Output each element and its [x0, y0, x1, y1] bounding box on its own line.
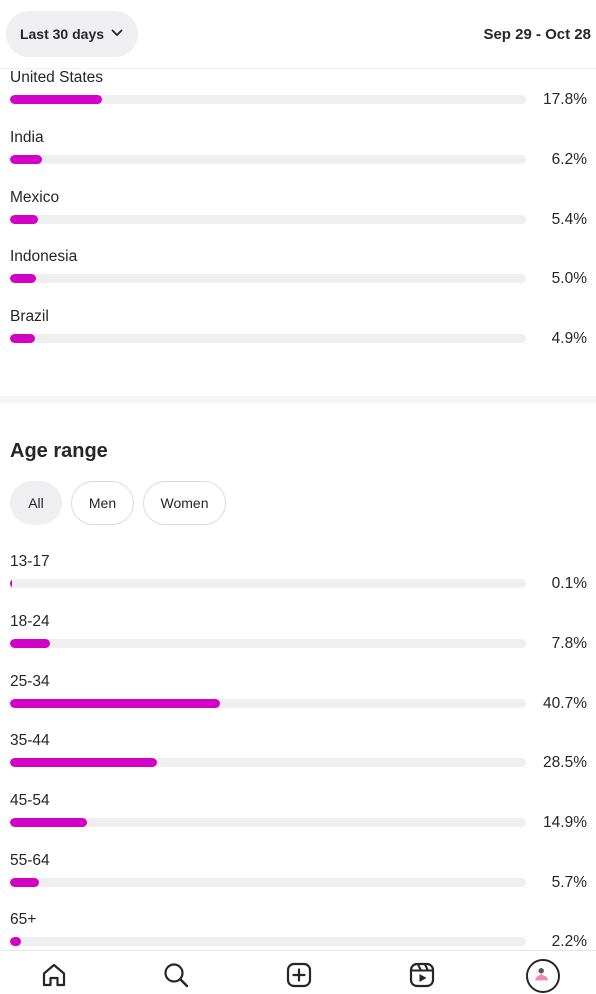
row-percent: 5.0%: [551, 270, 587, 287]
bar-fill: [10, 155, 42, 164]
row-label: Indonesia: [10, 248, 78, 265]
age-row: 18-24 7.8%: [10, 613, 588, 671]
bar-track: [10, 579, 526, 588]
bar-fill: [10, 937, 22, 946]
bar-fill: [10, 274, 36, 283]
chevron-down-icon: [110, 26, 124, 43]
row-label: Brazil: [10, 308, 49, 325]
gender-filter-chips: All Men Women: [10, 481, 226, 525]
bar-track: [10, 274, 526, 283]
bar-track: [10, 878, 526, 887]
row-label: Mexico: [10, 189, 60, 206]
bar-fill: [10, 95, 102, 104]
reels-icon[interactable]: [408, 961, 436, 989]
row-percent: 6.2%: [551, 151, 587, 168]
bar-track: [10, 758, 526, 767]
row-percent: 14.9%: [543, 814, 587, 831]
row-label: 25-34: [10, 673, 50, 690]
age-range-title: Age range: [10, 440, 108, 462]
country-row: Indonesia 5.0%: [10, 248, 588, 306]
row-label: 18-24: [10, 613, 50, 630]
row-percent: 40.7%: [543, 695, 587, 712]
row-percent: 4.9%: [551, 330, 587, 347]
filter-women-chip[interactable]: Women: [143, 481, 226, 525]
create-icon[interactable]: [285, 961, 313, 989]
filter-all-chip[interactable]: All: [10, 481, 62, 525]
row-percent: 7.8%: [551, 635, 587, 652]
country-row: India 6.2%: [10, 129, 588, 187]
row-percent: 17.8%: [543, 91, 587, 108]
bar-fill: [10, 639, 51, 648]
row-label: United States: [10, 69, 104, 86]
date-range-dropdown[interactable]: Last 30 days: [6, 11, 138, 57]
bar-fill: [10, 699, 220, 708]
row-label: India: [10, 129, 44, 146]
row-percent: 5.4%: [551, 211, 587, 228]
row-percent: 0.1%: [551, 575, 587, 592]
bar-fill: [10, 215, 38, 224]
filter-men-chip[interactable]: Men: [71, 481, 134, 525]
age-row: 55-64 5.7%: [10, 852, 588, 910]
bar-fill: [10, 818, 87, 827]
bar-track: [10, 334, 526, 343]
section-divider: [0, 396, 596, 403]
row-label: 55-64: [10, 852, 50, 869]
bar-track: [10, 699, 526, 708]
bottom-navigation: [0, 950, 596, 993]
row-percent: 28.5%: [543, 754, 587, 771]
header: Last 30 days Sep 29 - Oct 28: [0, 0, 596, 69]
country-row: Mexico 5.4%: [10, 189, 588, 247]
bar-fill: [10, 758, 158, 767]
bar-fill: [10, 579, 13, 588]
range-label: Last 30 days: [19, 26, 105, 42]
date-range-text: Sep 29 - Oct 28: [483, 26, 591, 43]
bar-track: [10, 215, 526, 224]
age-row: 25-34 40.7%: [10, 673, 588, 731]
age-row: 13-17 0.1%: [10, 553, 588, 611]
row-label: 65+: [10, 911, 37, 928]
age-row: 45-54 14.9%: [10, 792, 588, 850]
bar-track: [10, 937, 526, 946]
bar-track: [10, 155, 526, 164]
home-icon[interactable]: [40, 961, 68, 989]
row-percent: 2.2%: [551, 933, 587, 950]
search-icon[interactable]: [162, 961, 190, 989]
bar-track: [10, 95, 526, 104]
country-row: United States 17.8%: [10, 69, 588, 127]
row-label: 13-17: [10, 553, 50, 570]
row-label: 45-54: [10, 792, 50, 809]
bar-fill: [10, 878, 40, 887]
row-label: 35-44: [10, 732, 50, 749]
row-percent: 5.7%: [551, 874, 587, 891]
bar-track: [10, 818, 526, 827]
bar-fill: [10, 334, 36, 343]
bar-track: [10, 639, 526, 648]
country-row: Brazil 4.9%: [10, 308, 588, 366]
profile-avatar[interactable]: [526, 959, 560, 993]
age-row: 35-44 28.5%: [10, 732, 588, 790]
